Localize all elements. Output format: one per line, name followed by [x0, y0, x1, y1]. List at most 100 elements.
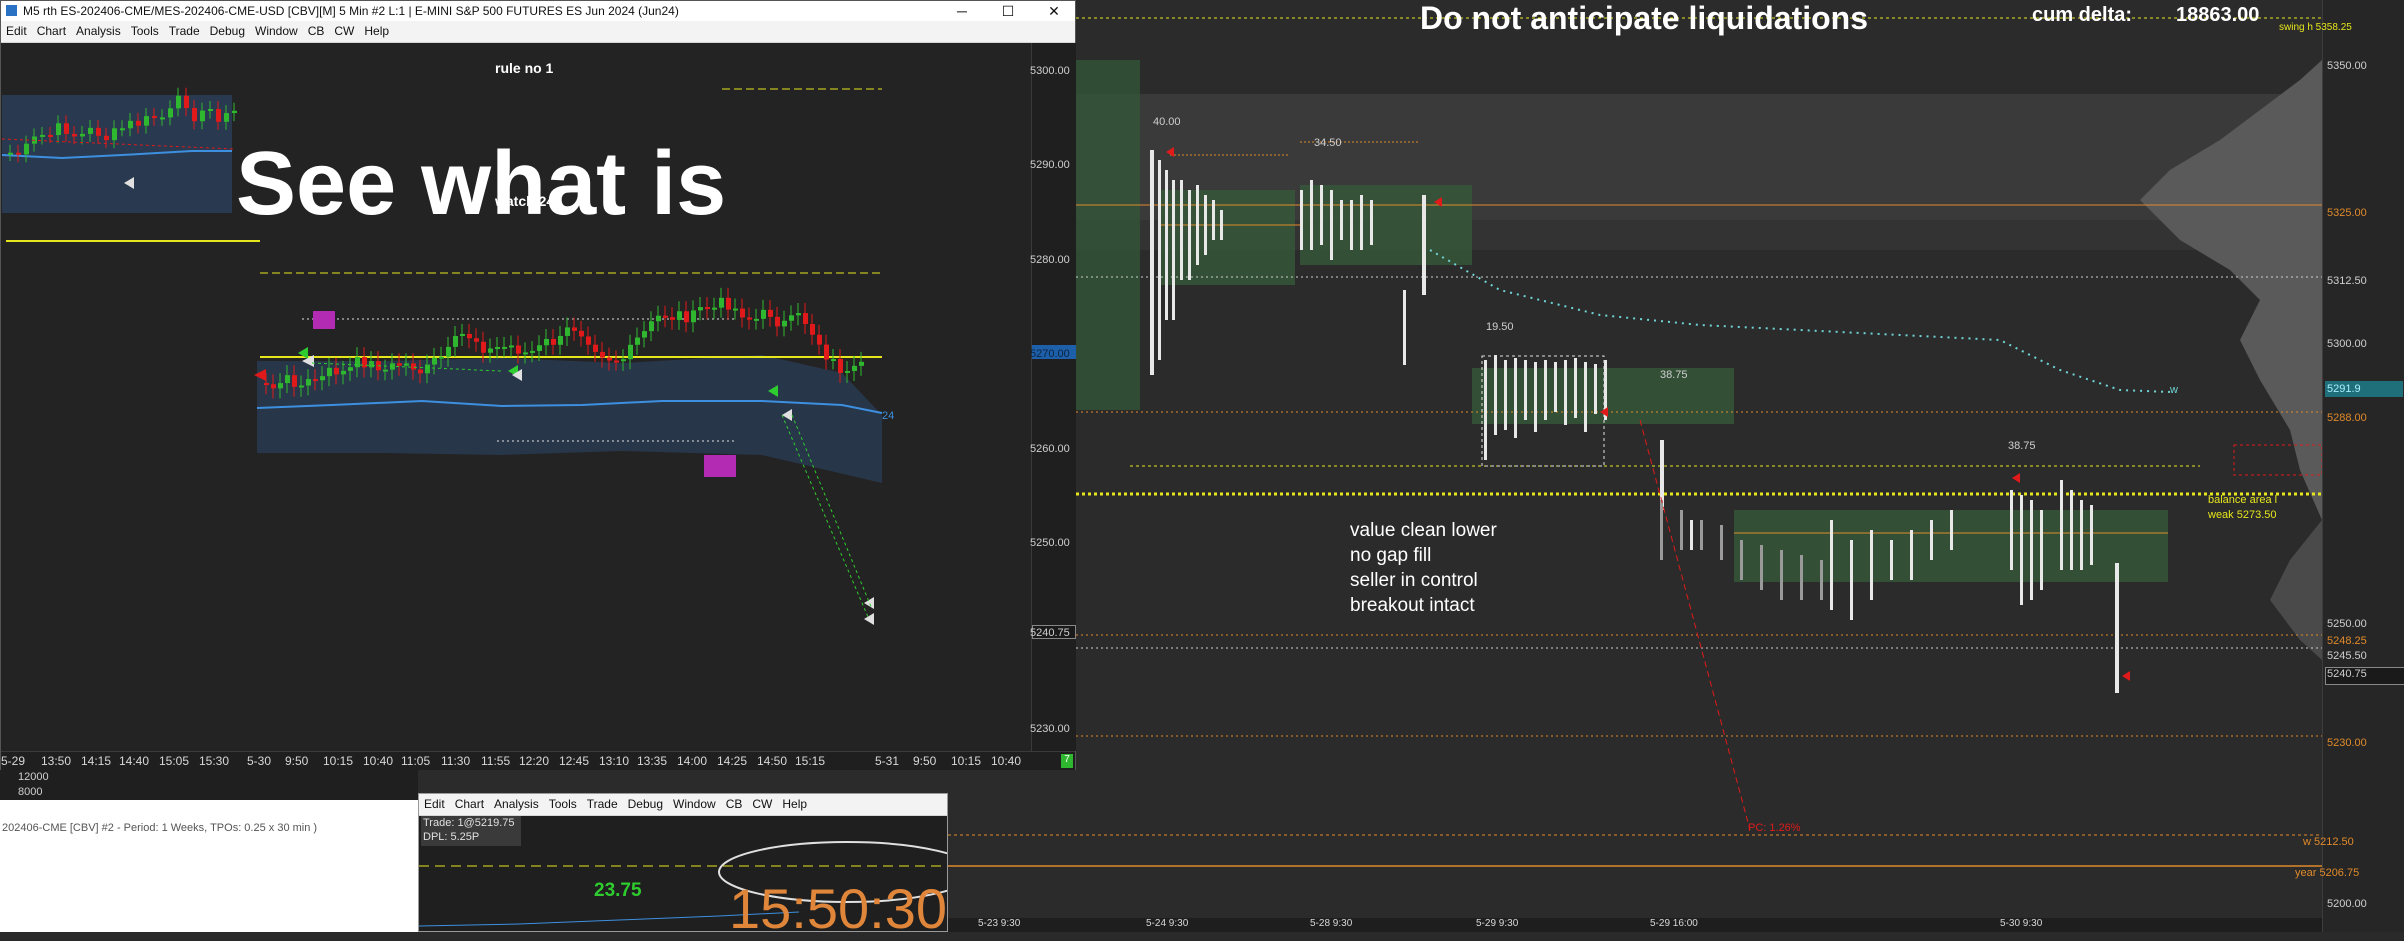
candle-body — [551, 338, 556, 345]
candle-body — [160, 117, 165, 120]
candle-body — [327, 367, 332, 377]
time-tick: 5-31 — [875, 754, 900, 768]
time-tick: 5-30 9:30 — [2000, 918, 2043, 929]
menu-help[interactable]: Help — [777, 794, 812, 814]
candle-body — [558, 335, 563, 345]
note-line-2: no gap fill — [1350, 545, 1432, 566]
menu-analysis[interactable]: Analysis — [489, 794, 544, 814]
range-label: 34.50 — [1314, 137, 1342, 149]
candle-body — [112, 128, 117, 141]
candle-body — [691, 310, 696, 323]
close-icon[interactable]: ✕ — [1031, 1, 1077, 21]
candle-body — [586, 336, 591, 345]
candle-body — [184, 95, 189, 109]
time-tick: 15:30 — [199, 754, 230, 768]
candle-body — [621, 359, 626, 362]
menu-cb[interactable]: CB — [721, 794, 748, 814]
note-line-1: value clean lower — [1350, 520, 1497, 541]
time-tick: 5-30 — [247, 754, 272, 768]
time-tick: 15:05 — [159, 754, 190, 768]
candle-body — [72, 133, 77, 137]
time-tick: 5-23 9:30 — [978, 918, 1021, 929]
menu-chart[interactable]: Chart — [32, 21, 71, 41]
see-what-is-text: See what is — [236, 134, 727, 234]
year-level-label: year 5206.75 — [2295, 867, 2360, 879]
candle-body — [523, 352, 528, 355]
time-tick: 14:50 — [757, 754, 788, 768]
price-tick: 5300.00 — [2327, 338, 2367, 350]
dpl-info: DPL: 5.25P — [423, 831, 480, 843]
intraday-chart-window[interactable]: M5 rth ES-202406-CME/MES-202406-CME-USD … — [0, 0, 1076, 770]
price-tick: 5280.00 — [1030, 254, 1070, 266]
menu-help[interactable]: Help — [359, 21, 394, 41]
intraday-price-axis[interactable]: 5300.00 5290.00 5280.00 5270.00 5260.00 … — [1030, 43, 1076, 751]
candle-body — [516, 345, 521, 354]
delta-value: 23.75 — [594, 880, 642, 901]
candle-body — [411, 363, 416, 370]
candle-body — [176, 95, 181, 109]
menu-bar: Edit Chart Analysis Tools Trade Debug Window CB… — [1, 21, 1075, 43]
time-tick: 14:40 — [119, 754, 150, 768]
main-time-axis[interactable]: 5-23 9:30 5-24 9:30 5-28 9:30 5-29 9:30 … — [948, 918, 2322, 932]
candle-body — [460, 333, 465, 337]
menu-trade[interactable]: Trade — [164, 21, 205, 41]
candle-body — [845, 370, 850, 373]
price-axis[interactable]: swing h 5358.25 5350.00 5325.00 5312.50 … — [2279, 0, 2404, 932]
rule-label: rule no 1 — [495, 60, 554, 76]
time-tick: 5-28 9:30 — [1310, 918, 1353, 929]
range-label: 38.75 — [1660, 369, 1688, 381]
candle-body — [607, 357, 612, 361]
candle-body — [404, 363, 409, 366]
candle-body — [88, 127, 93, 134]
maximize-icon[interactable]: ☐ — [985, 1, 1031, 21]
candle-body — [481, 341, 486, 353]
time-tick: 15:15 — [795, 754, 826, 768]
menu-window[interactable]: Window — [668, 794, 721, 814]
menu-debug[interactable]: Debug — [623, 794, 668, 814]
intraday-chart-area[interactable]: See what is rule no 1 watch 24 24 — [2, 43, 1030, 751]
tpo-window[interactable]: Edit Chart Analysis Tools Trade Debug Window CB… — [418, 793, 948, 940]
menu-analysis[interactable]: Analysis — [71, 21, 126, 41]
menu-window[interactable]: Window — [250, 21, 303, 41]
candle-body — [817, 334, 822, 345]
menu-trade[interactable]: Trade — [582, 794, 623, 814]
candle-body — [16, 152, 21, 155]
candle-body — [495, 347, 500, 350]
time-tick: 5-29 9:30 — [1476, 918, 1519, 929]
intraday-time-axis[interactable]: 7 5-29 13:50 14:15 14:40 15:05 15:30 5-30 9:50 1… — [1, 751, 1075, 770]
candle-body — [614, 360, 619, 363]
time-tick: 11:30 — [441, 754, 471, 768]
candle-body — [684, 311, 689, 323]
candle-body — [24, 143, 29, 155]
candle-body — [761, 309, 766, 319]
candle-body — [719, 297, 724, 308]
minimize-icon[interactable]: ─ — [939, 1, 985, 21]
menu-edit[interactable]: Edit — [419, 794, 450, 814]
candle-body — [369, 361, 374, 368]
menu-cw[interactable]: CW — [329, 21, 359, 41]
candle-body — [656, 315, 661, 322]
candle-body — [264, 383, 269, 385]
candle-body — [64, 123, 69, 134]
time-tick: 5-24 9:30 — [1146, 918, 1189, 929]
menu-tools[interactable]: Tools — [126, 21, 164, 41]
pc-label: PC: 1.26% — [1748, 822, 1801, 834]
candle-body — [705, 307, 710, 310]
window-title-bar[interactable]: M5 rth ES-202406-CME/MES-202406-CME-USD … — [1, 1, 1075, 22]
time-tick: 13:50 — [41, 754, 72, 768]
menu-chart[interactable]: Chart — [450, 794, 489, 814]
candle-body — [467, 333, 472, 339]
price-tick: 5260.00 — [1030, 443, 1070, 455]
time-tick: 12:45 — [559, 754, 590, 768]
time-tick: 10:40 — [991, 754, 1022, 768]
candle-body — [40, 134, 45, 137]
candle-body — [313, 379, 318, 382]
menu-cb[interactable]: CB — [303, 21, 330, 41]
candle-body — [642, 331, 647, 338]
menu-edit[interactable]: Edit — [1, 21, 32, 41]
time-tick: 11:05 — [401, 754, 431, 768]
menu-tools[interactable]: Tools — [544, 794, 582, 814]
menu-cw[interactable]: CW — [747, 794, 777, 814]
volume-window[interactable]: 12000 8000 202406-CME [CBV] #2 - Period:… — [0, 770, 418, 932]
menu-debug[interactable]: Debug — [205, 21, 250, 41]
